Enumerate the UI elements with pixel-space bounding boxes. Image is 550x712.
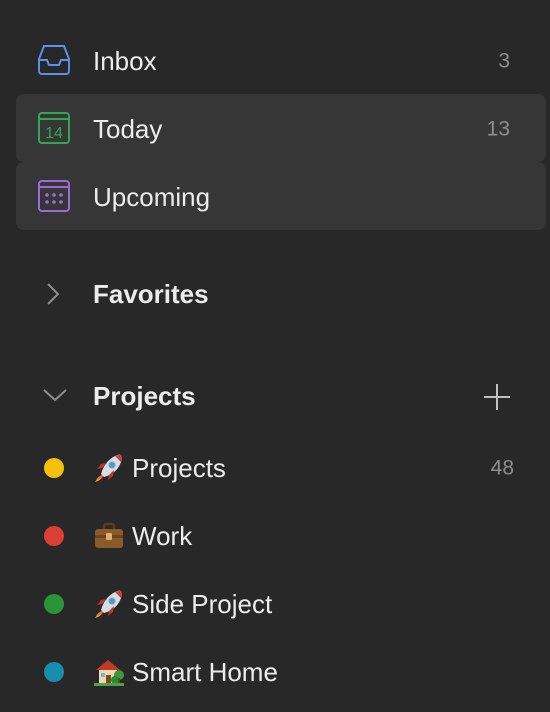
project-item[interactable]: Smart Home bbox=[0, 638, 550, 706]
chevron-right-icon[interactable] bbox=[46, 282, 60, 306]
favorites-label: Favorites bbox=[93, 279, 209, 309]
calendar-upcoming-icon bbox=[38, 180, 70, 212]
project-item[interactable]: Work bbox=[0, 502, 550, 570]
project-name: Side Project bbox=[132, 589, 273, 619]
inbox-icon bbox=[38, 45, 70, 75]
rocket-icon bbox=[95, 454, 122, 482]
house-with-garden-icon bbox=[94, 660, 124, 686]
chevron-down-icon[interactable] bbox=[42, 388, 68, 402]
nav-item-today[interactable]: 14 Today 13 bbox=[0, 95, 550, 163]
today-icon-day: 14 bbox=[45, 125, 63, 142]
briefcase-icon bbox=[95, 522, 123, 548]
project-item[interactable]: Side Project bbox=[0, 570, 550, 638]
today-label: Today bbox=[93, 114, 163, 144]
inbox-label: Inbox bbox=[93, 46, 157, 76]
projects-section-label: Projects bbox=[93, 381, 196, 411]
nav-item-inbox[interactable]: Inbox 3 bbox=[0, 27, 550, 95]
project-count: 48 bbox=[490, 456, 514, 480]
project-item[interactable]: Projects 48 bbox=[0, 434, 550, 502]
project-color-dot bbox=[44, 662, 64, 682]
nav-item-upcoming[interactable]: Upcoming bbox=[0, 163, 550, 231]
project-color-dot bbox=[44, 594, 64, 614]
project-color-dot bbox=[44, 526, 64, 546]
project-name: Projects bbox=[132, 453, 226, 483]
project-name: Smart Home bbox=[132, 657, 278, 687]
today-count: 13 bbox=[486, 117, 510, 141]
project-color-dot bbox=[44, 458, 64, 478]
project-name: Work bbox=[132, 521, 193, 551]
add-project-icon[interactable] bbox=[483, 383, 511, 411]
favorites-section-header[interactable]: Favorites bbox=[0, 260, 550, 328]
inbox-count: 3 bbox=[498, 49, 510, 73]
projects-section-header[interactable]: Projects bbox=[0, 362, 550, 430]
rocket-icon bbox=[95, 590, 122, 618]
calendar-today-icon: 14 bbox=[38, 112, 70, 144]
upcoming-label: Upcoming bbox=[93, 182, 211, 212]
